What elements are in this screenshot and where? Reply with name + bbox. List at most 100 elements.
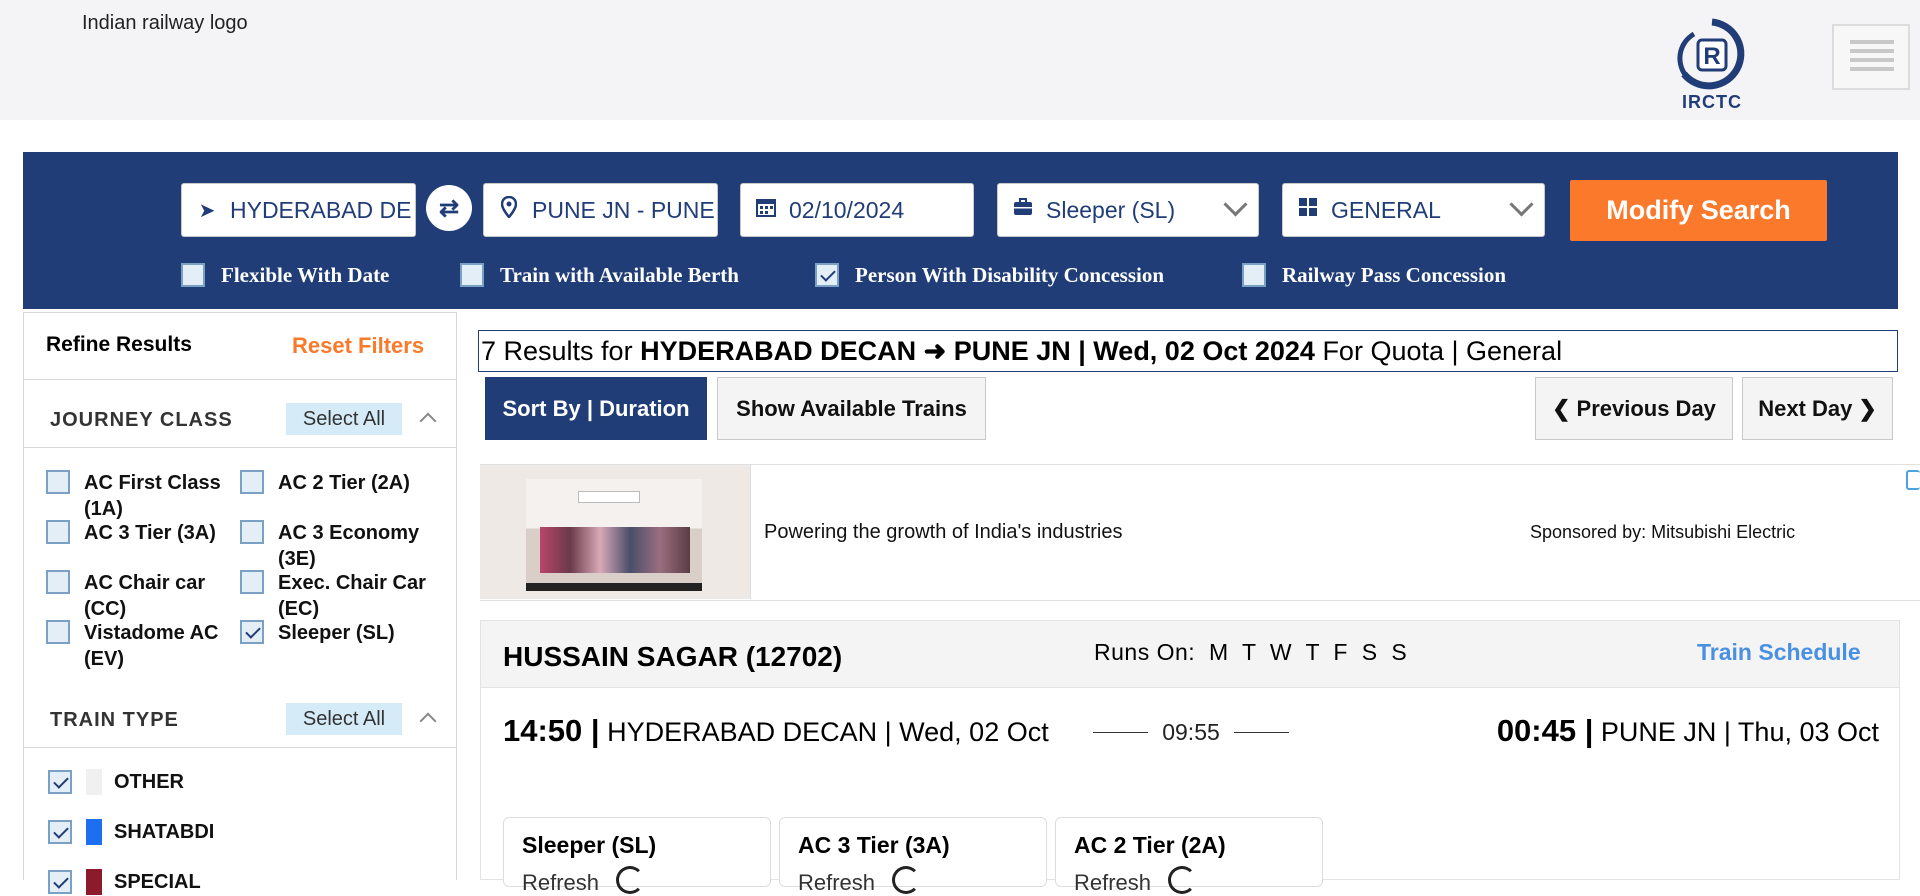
class-availability-card[interactable]: AC 3 Tier (3A) Refresh [779, 817, 1047, 895]
ad-choices-icon[interactable] [1906, 470, 1920, 490]
available-berth-checkbox[interactable] [460, 263, 484, 287]
train-type-shatabdi[interactable]: SHATABDI [48, 819, 214, 845]
class-option-3e[interactable]: AC 3 Economy (3E) [240, 520, 440, 572]
journey-class-select-all[interactable]: Select All [286, 403, 402, 435]
journey-date-input[interactable]: 02/10/2024 [740, 183, 974, 237]
departure-time: 14:50 | [503, 713, 600, 748]
railway-pass-option[interactable]: Railway Pass Concession [1242, 260, 1506, 290]
class-select[interactable]: Sleeper (SL) [997, 183, 1259, 237]
sort-by-duration-button[interactable]: Sort By | Duration [485, 377, 707, 440]
refresh-label: Refresh [1074, 870, 1152, 895]
menu-bar-icon [1850, 49, 1894, 53]
clothing-rack-graphic [540, 527, 690, 573]
railway-pass-label: Railway Pass Concession [1282, 262, 1507, 287]
collapse-journey-class-icon[interactable] [419, 412, 437, 430]
runs-on-days: M T W T F S S [1208, 639, 1408, 665]
class-option-3a[interactable]: AC 3 Tier (3A) [46, 520, 246, 546]
next-day-label: Next Day [1758, 395, 1853, 421]
refresh-label: Refresh [798, 870, 876, 895]
departure-info: 14:50 | HYDERABAD DECAN | Wed, 02 Oct [503, 711, 1063, 752]
class-card-name: AC 3 Tier (3A) [798, 832, 950, 858]
disability-concession-option[interactable]: Person With Disability Concession [815, 260, 1164, 290]
next-day-button[interactable]: Next Day ❯ [1742, 377, 1893, 440]
journey-class-title: JOURNEY CLASS [50, 409, 233, 431]
irctc-logo[interactable]: R IRCTC [1672, 18, 1752, 118]
train-type-select-all[interactable]: Select All [286, 703, 402, 735]
show-available-trains-button[interactable]: Show Available Trains [717, 377, 986, 440]
divider [24, 747, 456, 748]
chevron-left-icon: ❮ [1552, 395, 1571, 421]
calendar-icon [755, 197, 777, 223]
flexible-date-option[interactable]: Flexible With Date [181, 260, 389, 290]
modify-search-button[interactable]: Modify Search [1570, 180, 1827, 241]
irctc-emblem-icon: R [1677, 18, 1745, 90]
disability-concession-checkbox[interactable] [815, 263, 839, 287]
class-2a-checkbox[interactable] [240, 470, 264, 494]
class-option-ec[interactable]: Exec. Chair Car (EC) [240, 570, 440, 622]
chevron-down-icon [1509, 192, 1534, 217]
journey-duration: 09:55 [1093, 719, 1289, 746]
class-card-name: AC 2 Tier (2A) [1074, 832, 1226, 858]
class-1a-checkbox[interactable] [46, 470, 70, 494]
previous-day-button[interactable]: ❮ Previous Day [1535, 377, 1733, 440]
grid-icon [1297, 197, 1319, 223]
refresh-icon[interactable] [616, 866, 644, 894]
chevron-right-icon: ❯ [1858, 395, 1877, 421]
menu-bar-icon [1850, 58, 1894, 62]
sponsored-ad-banner[interactable]: Powering the growth of India's industrie… [480, 464, 1920, 601]
class-option-2a[interactable]: AC 2 Tier (2A) [240, 470, 440, 496]
class-ev-checkbox[interactable] [46, 620, 70, 644]
swap-stations-button[interactable]: ⇄ [426, 185, 472, 231]
train-type-other-label: OTHER [114, 770, 184, 793]
class-option-cc[interactable]: AC Chair car (CC) [46, 570, 246, 622]
train-card-header: HUSSAIN SAGAR (12702) Runs On: M T W T F… [481, 621, 1899, 688]
flexible-date-checkbox[interactable] [181, 263, 205, 287]
class-sl-checkbox[interactable] [240, 620, 264, 644]
train-type-special-checkbox[interactable] [48, 870, 72, 894]
duration-line [1233, 732, 1289, 733]
railway-logo-alt-text[interactable]: Indian railway logo [82, 12, 248, 35]
train-type-shatabdi-checkbox[interactable] [48, 820, 72, 844]
refine-results-title: Refine Results [46, 333, 192, 356]
to-station-input[interactable]: PUNE JN - PUNE [483, 183, 718, 237]
train-type-other-checkbox[interactable] [48, 770, 72, 794]
refresh-icon[interactable] [1168, 866, 1196, 894]
train-type-color-swatch [86, 769, 102, 795]
train-type-title: TRAIN TYPE [50, 709, 179, 731]
reset-filters-button[interactable]: Reset Filters [292, 333, 424, 359]
arrival-info: 00:45 | PUNE JN | Thu, 03 Oct [1411, 711, 1879, 752]
train-schedule-link[interactable]: Train Schedule [1697, 639, 1861, 666]
chevron-down-icon [1223, 192, 1248, 217]
railway-pass-checkbox[interactable] [1242, 263, 1266, 287]
class-ev-label: Vistadome AC (EV) [84, 622, 219, 670]
hamburger-menu-button[interactable] [1832, 24, 1910, 90]
class-option-sl[interactable]: Sleeper (SL) [240, 620, 440, 646]
class-availability-card[interactable]: AC 2 Tier (2A) Refresh [1055, 817, 1323, 895]
refresh-icon[interactable] [892, 866, 920, 894]
train-type-special[interactable]: SPECIAL [48, 869, 201, 895]
irctc-brand-text: IRCTC [1682, 92, 1742, 112]
class-ec-checkbox[interactable] [240, 570, 264, 594]
class-option-1a[interactable]: AC First Class (1A) [46, 470, 246, 522]
ad-caption-bar [526, 583, 702, 591]
from-station-input[interactable]: ➤ HYDERABAD DE [181, 183, 416, 237]
class-availability-card[interactable]: Sleeper (SL) Refresh [503, 817, 771, 895]
class-2a-label: AC 2 Tier (2A) [278, 472, 410, 494]
class-cc-checkbox[interactable] [46, 570, 70, 594]
class-ec-label: Exec. Chair Car (EC) [278, 572, 426, 620]
collapse-train-type-icon[interactable] [419, 712, 437, 730]
available-berth-option[interactable]: Train with Available Berth [460, 260, 739, 290]
class-card-name: Sleeper (SL) [522, 832, 657, 858]
duration-line [1093, 732, 1149, 733]
class-option-ev[interactable]: Vistadome AC (EV) [46, 620, 246, 672]
quota-select[interactable]: GENERAL [1282, 183, 1545, 237]
top-header: Indian railway logo R IRCTC [0, 0, 1920, 120]
class-3a-label: AC 3 Tier (3A) [84, 522, 216, 544]
disability-concession-label: Person With Disability Concession [855, 262, 1165, 287]
refine-sidebar: Refine Results Reset Filters JOURNEY CLA… [23, 312, 457, 895]
class-3e-checkbox[interactable] [240, 520, 264, 544]
refresh-label: Refresh [522, 870, 600, 895]
class-3a-checkbox[interactable] [46, 520, 70, 544]
divider [24, 379, 456, 380]
train-type-other[interactable]: OTHER [48, 769, 184, 795]
